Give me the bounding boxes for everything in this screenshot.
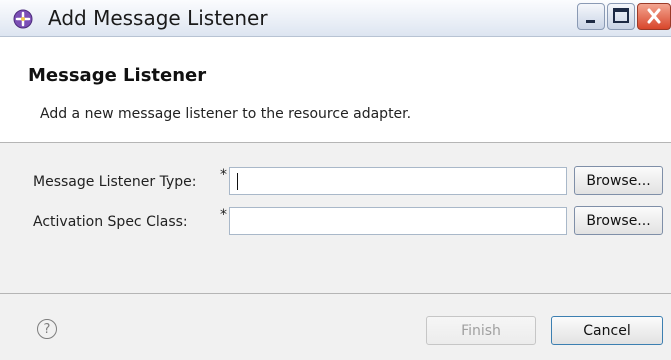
header-description: Add a new message listener to the resour… <box>40 106 412 122</box>
activation-spec-class-label: Activation Spec Class: <box>33 214 188 230</box>
app-icon <box>13 9 33 29</box>
required-marker: * <box>220 167 227 183</box>
title-bar[interactable]: Add Message Listener <box>0 0 671 37</box>
browse-activation-spec-button[interactable]: Browse... <box>574 206 663 235</box>
browse-listener-type-button[interactable]: Browse... <box>574 166 663 195</box>
maximize-icon <box>613 8 629 23</box>
message-listener-type-label: Message Listener Type: <box>33 174 197 190</box>
window-title: Add Message Listener <box>48 6 268 30</box>
close-icon <box>647 8 661 24</box>
minimize-icon <box>586 20 595 23</box>
dialog-header <box>0 37 671 142</box>
add-message-listener-dialog: Add Message Listener Message Listener Ad… <box>0 0 671 360</box>
text-caret <box>237 173 238 190</box>
header-title: Message Listener <box>28 65 207 86</box>
minimize-button[interactable] <box>577 3 605 30</box>
close-button[interactable] <box>637 3 671 30</box>
finish-button: Finish <box>426 316 536 345</box>
cancel-button[interactable]: Cancel <box>551 316 663 345</box>
message-listener-type-input[interactable] <box>229 167 567 195</box>
required-marker: * <box>220 207 227 223</box>
activation-spec-class-input[interactable] <box>229 207 567 235</box>
maximize-button[interactable] <box>607 3 635 30</box>
help-icon[interactable]: ? <box>37 319 57 339</box>
